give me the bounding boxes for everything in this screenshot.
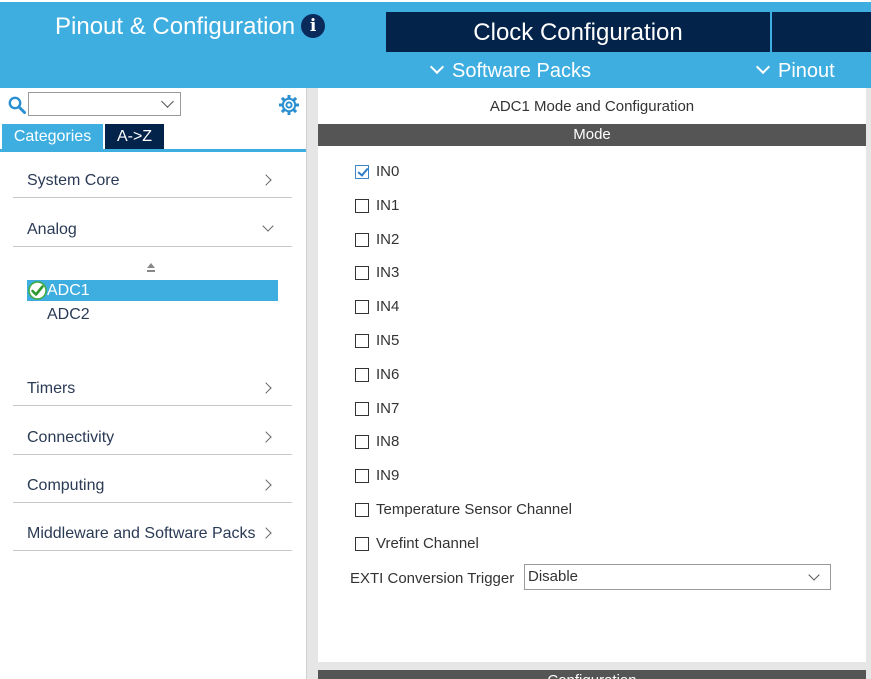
category-label: Computing [27,477,105,494]
channel-checkbox[interactable] [355,503,369,517]
configuration-section-header: Configuration [318,670,866,679]
category-label: Analog [27,221,77,238]
channel-checkbox[interactable] [355,469,369,483]
tab-pinout-configuration[interactable]: Pinout & Configuration i [0,2,384,52]
top-tab-bar: Pinout & Configuration i Clock Configurat… [0,0,871,88]
category-timers[interactable]: Timers [13,372,292,406]
channel-checkbox[interactable] [355,402,369,416]
tab-categories[interactable]: Categories [2,124,103,149]
channel-label: IN3 [376,264,400,281]
chevron-right-icon [260,431,272,443]
analog-item-adc2[interactable]: ADC2 [47,304,90,325]
tab-next[interactable] [772,12,871,52]
view-tabs: Categories A->Z [0,124,306,152]
category-system-core[interactable]: System Core [13,164,292,198]
category-middleware[interactable]: Middleware and Software Packs [13,517,292,551]
chevron-right-icon [260,174,272,186]
mode-section-header: Mode [318,124,866,146]
tab-clock-configuration[interactable]: Clock Configuration [386,12,770,52]
adc1-mode-configuration-panel: ADC1 Mode and Configuration Mode IN0 IN1 I… [318,88,866,679]
exti-trigger-value: Disable [528,568,579,585]
channel-label: IN9 [376,467,400,484]
channel-checkbox[interactable] [355,300,369,314]
channel-label: Vrefint Channel [376,535,479,552]
category-label: Timers [27,380,76,397]
category-label: Middleware and Software Packs [27,525,256,542]
tab-clock-label: Clock Configuration [473,19,683,46]
channel-checkbox[interactable] [355,165,369,179]
channel-label: IN7 [376,400,400,417]
exti-trigger-select[interactable]: Disable [524,564,831,590]
channel-checkbox[interactable] [355,334,369,348]
category-analog[interactable]: Analog [13,213,292,247]
channel-label: IN2 [376,231,400,248]
category-connectivity[interactable]: Connectivity [13,421,292,455]
categories-panel: Categories A->Z System Core Analog ADC1 … [0,88,306,679]
category-computing[interactable]: Computing [13,469,292,503]
channel-checkbox[interactable] [355,537,369,551]
scrollbar-track[interactable] [866,88,871,679]
panel-splitter[interactable] [306,88,318,679]
analog-item-adc1[interactable]: ADC1 [27,280,278,301]
search-input[interactable] [28,92,181,116]
info-icon[interactable]: i [301,14,326,38]
channel-checkbox[interactable] [355,435,369,449]
chevron-down-icon [808,569,820,581]
channel-label: IN5 [376,332,400,349]
tab-a-z[interactable]: A->Z [105,124,164,149]
panel-title: ADC1 Mode and Configuration [489,98,695,115]
channel-label: Temperature Sensor Channel [376,501,572,518]
chevron-down-icon [755,59,771,75]
pinout-menu[interactable]: Pinout [755,58,835,84]
chevron-down-icon [262,220,274,232]
search-icon[interactable] [8,96,26,114]
channel-label: IN8 [376,433,400,450]
channel-checkbox[interactable] [355,368,369,382]
exti-trigger-label: EXTI Conversion Trigger [350,570,515,587]
gear-icon[interactable] [278,94,300,116]
channel-label: IN1 [376,197,400,214]
chevron-right-icon [260,479,272,491]
chevron-right-icon [260,527,272,539]
section-gap [318,662,866,670]
channel-label: IN0 [376,163,400,180]
pinout-menu-label: Pinout [778,60,835,82]
category-label: Connectivity [27,429,115,446]
sort-icon[interactable] [146,262,156,276]
channel-label: IN6 [376,366,400,383]
check-circle-icon [28,281,47,300]
software-packs-menu[interactable]: Software Packs [429,58,591,84]
channel-checkbox[interactable] [355,199,369,213]
chevron-down-icon[interactable] [161,95,174,108]
channel-checkbox[interactable] [355,233,369,247]
software-packs-label: Software Packs [452,60,591,82]
category-label: System Core [27,172,120,189]
chevron-right-icon [260,382,272,394]
tab-pinout-label: Pinout & Configuration [55,13,296,40]
chevron-down-icon [429,59,445,75]
channel-checkbox[interactable] [355,266,369,280]
analog-item-label: ADC1 [47,282,90,299]
channel-label: IN4 [376,298,400,315]
